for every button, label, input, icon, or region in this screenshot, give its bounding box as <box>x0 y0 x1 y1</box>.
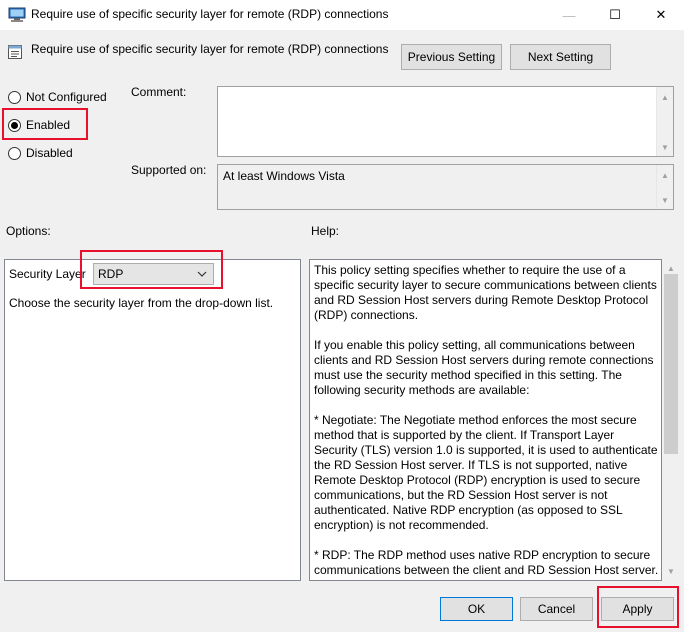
comment-label: Comment: <box>131 85 187 99</box>
security-layer-label: Security Layer <box>9 267 86 281</box>
options-description: Choose the security layer from the drop-… <box>9 296 274 310</box>
maximize-button[interactable]: ☐ <box>592 0 638 30</box>
radio-not-configured[interactable]: Not Configured <box>8 89 107 105</box>
radio-label: Disabled <box>26 146 73 160</box>
policy-title: Require use of specific security layer f… <box>31 42 389 56</box>
help-paragraph: If you enable this policy setting, all c… <box>314 338 654 397</box>
scroll-down-icon[interactable]: ▼ <box>657 139 673 155</box>
comment-textarea[interactable] <box>217 86 674 157</box>
window-title: Require use of specific security layer f… <box>31 7 389 21</box>
help-text: This policy setting specifies whether to… <box>314 263 659 580</box>
scroll-up-icon[interactable]: ▲ <box>657 167 673 183</box>
scroll-up-icon[interactable]: ▲ <box>657 89 673 105</box>
supported-scrollbar[interactable]: ▲ ▼ <box>656 165 673 209</box>
help-panel: This policy setting specifies whether to… <box>309 259 662 581</box>
help-label: Help: <box>311 224 340 238</box>
policy-setting-icon <box>8 45 22 59</box>
help-scroll-thumb[interactable] <box>664 274 678 454</box>
minimize-button[interactable]: — <box>546 0 592 30</box>
computer-icon <box>8 7 26 22</box>
scroll-down-icon[interactable]: ▼ <box>657 192 673 208</box>
radio-circle[interactable] <box>8 90 21 104</box>
previous-setting-button[interactable]: Previous Setting <box>401 44 502 70</box>
supported-on-value: At least Windows Vista <box>223 169 345 183</box>
help-paragraph: * RDP: The RDP method uses native RDP en… <box>314 548 659 580</box>
help-paragraph: This policy setting specifies whether to… <box>314 263 657 322</box>
comment-scrollbar[interactable]: ▲ ▼ <box>656 87 673 156</box>
ok-button[interactable]: OK <box>440 597 513 621</box>
radio-disabled[interactable]: Disabled <box>8 145 73 161</box>
supported-on-label: Supported on: <box>131 163 207 177</box>
radio-label: Not Configured <box>26 90 107 104</box>
close-button[interactable]: ✕ <box>638 0 684 30</box>
radio-enabled[interactable]: Enabled <box>8 117 70 133</box>
chevron-down-icon[interactable] <box>197 269 207 279</box>
security-layer-value: RDP <box>98 267 124 281</box>
next-setting-button[interactable]: Next Setting <box>510 44 611 70</box>
cancel-button[interactable]: Cancel <box>520 597 593 621</box>
radio-circle[interactable] <box>8 118 21 132</box>
radio-label: Enabled <box>26 118 71 132</box>
help-paragraph: * Negotiate: The Negotiate method enforc… <box>314 413 658 532</box>
options-label: Options: <box>6 224 51 238</box>
radio-circle[interactable] <box>8 146 21 160</box>
scroll-down-icon[interactable]: ▼ <box>663 563 679 579</box>
apply-button[interactable]: Apply <box>601 597 674 621</box>
